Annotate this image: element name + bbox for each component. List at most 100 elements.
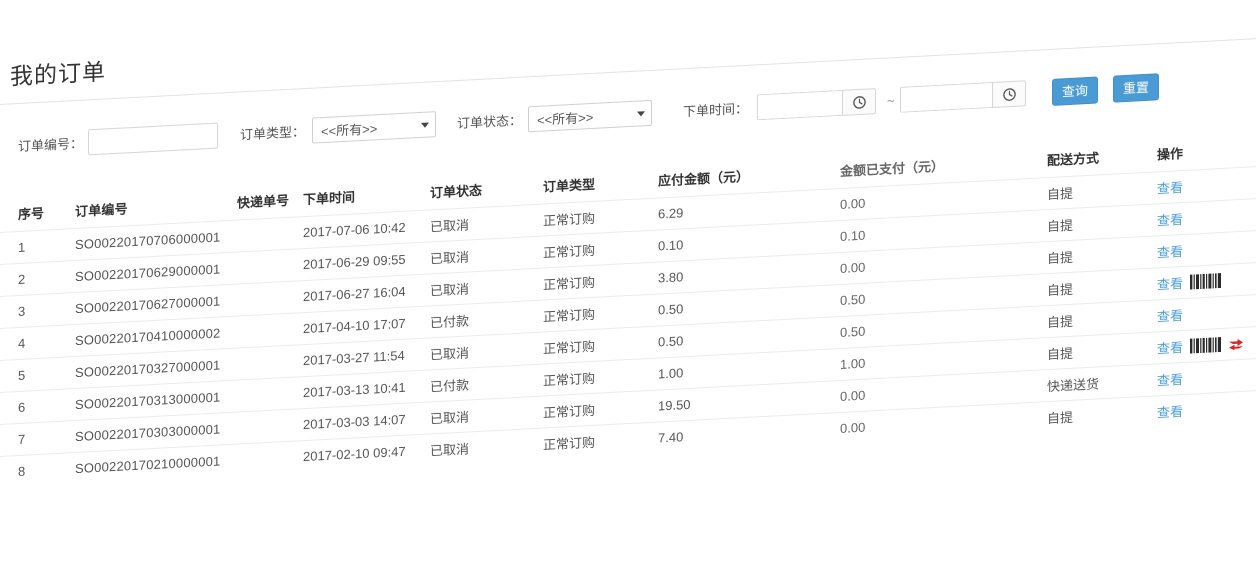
view-link[interactable]: 查看 (1157, 209, 1183, 229)
cell-no: 5 (0, 365, 75, 384)
cell-no: 8 (0, 461, 75, 480)
order-status-value: <<所有>> (537, 106, 593, 128)
cell-type: 正常订购 (543, 237, 658, 262)
cell-no: 2 (0, 269, 75, 288)
cell-delivery: 自提 (1047, 338, 1157, 363)
order-no-label: 订单编号： (18, 130, 83, 161)
cell-actions: 查看 (1157, 299, 1256, 325)
cell-tracking-no (237, 425, 303, 428)
cell-delivery: 自提 (1047, 274, 1157, 299)
cell-amount-paid: 1.00 (840, 346, 1047, 372)
order-time-label: 下单时间： (683, 95, 748, 126)
barcode-icon[interactable] (1190, 273, 1221, 290)
reset-button[interactable]: 重置 (1113, 73, 1159, 102)
view-link[interactable]: 查看 (1157, 177, 1183, 197)
cell-order-time: 2017-03-27 11:54 (303, 346, 430, 368)
page-title: 我的订单 (10, 52, 106, 91)
view-link[interactable]: 查看 (1157, 337, 1183, 357)
cell-tracking-no (237, 393, 303, 396)
time-to-group (900, 80, 1026, 113)
view-link[interactable]: 查看 (1157, 273, 1183, 293)
cell-type: 正常订购 (543, 365, 658, 390)
order-type-value: <<所有>> (321, 118, 377, 140)
column-header: 下单时间 (303, 182, 430, 208)
cell-order-time: 2017-02-10 09:47 (303, 442, 430, 464)
order-page: 我的订单 订单编号： 订单类型： <<所有>> 订单状态： <<所有>> 下单时… (0, 0, 1256, 570)
cell-type: 正常订购 (543, 429, 658, 454)
time-from-input[interactable] (757, 90, 842, 120)
chevron-down-icon (637, 111, 645, 116)
clock-icon[interactable] (842, 88, 876, 116)
cell-no: 7 (0, 429, 75, 448)
clock-icon[interactable] (992, 80, 1026, 108)
view-link[interactable]: 查看 (1157, 401, 1183, 421)
cell-amount-paid: 0.00 (840, 250, 1047, 276)
cell-actions: 查看 (1157, 235, 1256, 261)
search-button[interactable]: 查询 (1052, 76, 1098, 105)
cell-type: 正常订购 (543, 397, 658, 422)
view-link[interactable]: 查看 (1157, 369, 1183, 389)
column-header: 订单状态 (430, 176, 543, 201)
cell-actions: 查看 (1157, 171, 1256, 197)
cell-amount-due: 6.29 (658, 197, 840, 222)
cell-status: 已取消 (430, 275, 543, 300)
column-header: 配送方式 (1047, 144, 1157, 169)
cell-order-time: 2017-06-29 09:55 (303, 250, 430, 272)
cell-amount-paid: 0.50 (840, 282, 1047, 308)
cell-no: 3 (0, 301, 75, 320)
cell-tracking-no (237, 361, 303, 364)
cell-order-no: SO00220170410000002 (75, 325, 237, 348)
cell-order-no: SO00220170627000001 (75, 293, 237, 316)
cell-status: 已取消 (430, 243, 543, 268)
cell-delivery: 自提 (1047, 210, 1157, 235)
cell-order-time: 2017-03-13 10:41 (303, 378, 430, 400)
cell-order-no: SO00220170313000001 (75, 389, 237, 412)
transfer-arrows-icon[interactable] (1228, 337, 1244, 350)
order-type-label: 订单类型： (240, 118, 305, 149)
cell-amount-paid: 0.10 (840, 218, 1047, 244)
cell-delivery: 快递送货 (1047, 370, 1157, 395)
view-link[interactable]: 查看 (1157, 241, 1183, 261)
column-header: 订单类型 (543, 170, 658, 195)
range-separator: ~ (887, 87, 895, 115)
order-status-select[interactable]: <<所有>> (528, 100, 652, 132)
cell-amount-due: 0.50 (658, 325, 840, 350)
cell-amount-paid: 0.00 (840, 410, 1047, 436)
view-link[interactable]: 查看 (1157, 305, 1183, 325)
order-no-input[interactable] (88, 123, 218, 156)
column-header: 应付金额（元） (658, 160, 840, 189)
cell-amount-due: 1.00 (658, 357, 840, 382)
barcode-icon[interactable] (1190, 337, 1221, 354)
cell-status: 已付款 (430, 371, 543, 396)
cell-order-no: SO00220170629000001 (75, 261, 237, 284)
cell-amount-due: 19.50 (658, 389, 840, 414)
cell-actions: 查看 (1157, 203, 1256, 229)
cell-tracking-no (237, 233, 303, 236)
chevron-down-icon (421, 123, 429, 128)
cell-no: 6 (0, 397, 75, 416)
cell-no: 1 (0, 237, 75, 256)
cell-actions: 查看 (1157, 395, 1256, 421)
cell-tracking-no (237, 297, 303, 300)
cell-actions: 查看 (1157, 267, 1256, 293)
cell-amount-paid: 0.00 (840, 378, 1047, 404)
column-header: 订单编号 (75, 192, 237, 219)
cell-status: 已付款 (430, 307, 543, 332)
order-type-select[interactable]: <<所有>> (312, 111, 436, 143)
cell-order-time: 2017-03-03 14:07 (303, 410, 430, 432)
cell-order-no: SO00220170706000001 (75, 229, 237, 252)
cell-tracking-no (237, 265, 303, 268)
cell-delivery: 自提 (1047, 242, 1157, 267)
time-to-input[interactable] (900, 82, 992, 113)
cell-status: 已取消 (430, 403, 543, 428)
cell-order-no: SO00220170327000001 (75, 357, 237, 380)
column-header: 快递单号 (237, 189, 303, 211)
cell-actions: 查看 (1157, 363, 1256, 389)
orders-table: 序号订单编号快递单号下单时间订单状态订单类型应付金额（元）金额已支付（元）配送方… (0, 128, 1256, 488)
cell-type: 正常订购 (543, 301, 658, 326)
cell-status: 已取消 (430, 211, 543, 236)
cell-status: 已取消 (430, 339, 543, 364)
cell-tracking-no (237, 457, 303, 460)
cell-tracking-no (237, 329, 303, 332)
cell-amount-paid: 0.00 (840, 186, 1047, 212)
